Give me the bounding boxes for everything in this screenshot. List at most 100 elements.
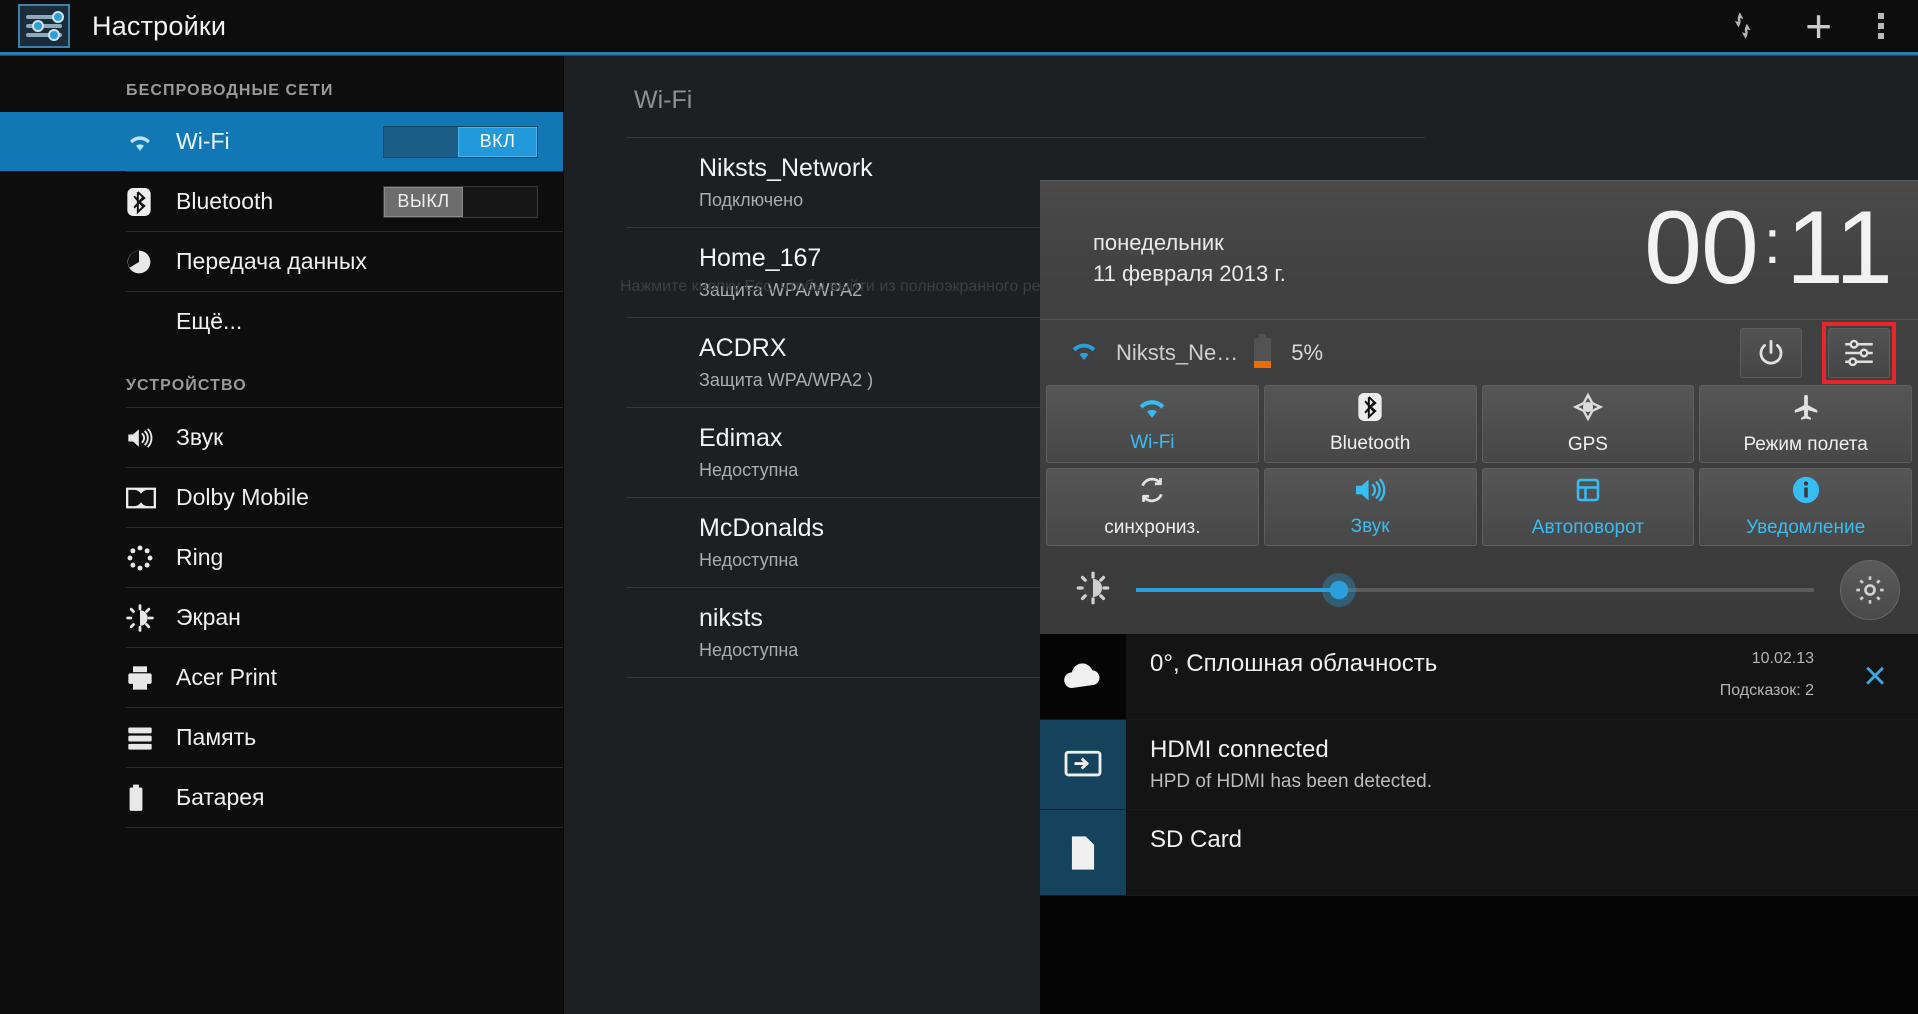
settings-sidebar: БЕСПРОВОДНЫЕ СЕТИ Wi-Fi ВКЛ Bluetooth ВЫ… [0, 56, 563, 1014]
battery-low-icon [1254, 333, 1272, 368]
wifi-network-name: Niksts_Network [699, 154, 873, 182]
quick-settings-button[interactable] [1828, 327, 1890, 378]
notification-count: Подсказок: 2 [1719, 682, 1814, 699]
sdcard-icon [1040, 810, 1126, 895]
sidebar-item-display[interactable]: Экран [0, 588, 563, 647]
sidebar-item-dolby-mobile[interactable]: Dolby Mobile [0, 468, 563, 527]
quick-settings-button-highlight [1822, 321, 1896, 384]
data-usage-icon [126, 249, 166, 275]
battery-icon [126, 784, 166, 812]
connected-wifi-name: Niksts_Ne… [1116, 339, 1239, 365]
sidebar-item-sound[interactable]: Звук [0, 408, 563, 467]
sidebar-item-bluetooth[interactable]: Bluetooth ВЫКЛ [0, 172, 563, 231]
slider-thumb[interactable] [1322, 573, 1357, 607]
tile-label: Автоповорот [1531, 517, 1644, 538]
notification-subtitle: HPD of HDMI has been detected. [1150, 771, 1432, 792]
sidebar-item-label: Батарея [176, 784, 265, 810]
sidebar-item-battery[interactable]: Батарея [0, 768, 563, 827]
tile-label: Звук [1350, 516, 1390, 537]
tile-sound[interactable]: Звук [1263, 468, 1477, 546]
clock-separator: : [1763, 208, 1781, 277]
sidebar-item-label: Wi-Fi [176, 128, 230, 154]
tile-label: Bluetooth [1329, 433, 1411, 454]
tile-label: синхрониз. [1104, 517, 1201, 538]
notification-sdcard[interactable]: SD Card [1040, 810, 1918, 896]
weekday-label: понедельник [1093, 230, 1224, 255]
clock-minutes: 11 [1786, 190, 1893, 306]
sidebar-item-label: Acer Print [176, 664, 277, 690]
printer-icon [126, 665, 166, 691]
sidebar-item-more[interactable]: Ещё... [0, 292, 563, 351]
bluetooth-icon [1358, 393, 1382, 426]
page-title: Настройки [92, 10, 227, 41]
section-header-wireless: БЕСПРОВОДНЫЕ СЕТИ [126, 82, 334, 99]
notification-weather[interactable]: 0°, Сплошная облачность 10.02.13 Подсказ… [1040, 634, 1918, 720]
tile-gps[interactable]: GPS [1481, 385, 1695, 463]
overflow-menu-icon[interactable] [1878, 13, 1884, 39]
dolby-icon [126, 487, 166, 509]
sidebar-item-label: Dolby Mobile [176, 484, 309, 510]
rotate-screen-icon [1573, 475, 1603, 510]
gps-crosshair-icon [1572, 392, 1604, 427]
sidebar-item-label: Ring [176, 544, 224, 570]
notification-dismiss-button[interactable]: × [1832, 634, 1918, 719]
ring-dotted-circle-icon [126, 544, 166, 572]
sidebar-item-label: Bluetooth [176, 188, 274, 214]
tile-notifications[interactable]: Уведомление [1699, 468, 1912, 546]
notification-title: SD Card [1150, 826, 1243, 853]
quick-settings-status-row: Niksts_Ne… 5% [1040, 319, 1918, 385]
sidebar-item-ring[interactable]: Ring [0, 528, 563, 587]
quick-settings-panel: понедельник 11 февраля 2013 г. 00 : 11 N… [1040, 180, 1918, 634]
wifi-toggle-switch[interactable]: ВКЛ [383, 125, 538, 158]
settings-gear-button[interactable] [1840, 560, 1900, 620]
slider-fill [1136, 588, 1333, 592]
tile-label: Уведомление [1746, 517, 1866, 538]
content-heading: Wi-Fi [634, 86, 693, 114]
settings-sliders-icon [18, 4, 70, 48]
battery-percent: 5% [1291, 339, 1324, 365]
sync-icon [1137, 475, 1167, 510]
notification-title: 0°, Сплошная облачность [1150, 650, 1438, 677]
wifi-toggle-label: ВКЛ [458, 126, 537, 157]
sidebar-item-label: Передача данных [176, 248, 367, 274]
brightness-slider[interactable] [1136, 573, 1814, 607]
sidebar-item-wifi[interactable]: Wi-Fi ВКЛ [0, 112, 563, 171]
sidebar-item-label: Память [176, 724, 257, 750]
sidebar-item-label: Экран [176, 604, 241, 630]
sidebar-item-data-usage[interactable]: Передача данных [0, 232, 563, 291]
power-button[interactable] [1740, 327, 1802, 378]
notification-hdmi[interactable]: HDMI connected HPD of HDMI has been dete… [1040, 720, 1918, 810]
action-bar-buttons: + [1725, 3, 1918, 49]
divider [126, 827, 563, 828]
quick-settings-clock: 00 : 11 [1644, 189, 1893, 308]
brightness-sun-icon [126, 603, 166, 632]
notification-shade: 0°, Сплошная облачность 10.02.13 Подсказ… [1040, 634, 1918, 1014]
tile-bluetooth[interactable]: Bluetooth [1263, 385, 1477, 463]
brightness-sun-icon [1076, 571, 1110, 610]
sidebar-item-label: Ещё... [176, 308, 243, 334]
cloud-icon [1040, 634, 1126, 719]
date-label: 11 февраля 2013 г. [1093, 261, 1286, 286]
tile-label: Wi-Fi [1130, 432, 1175, 453]
airplane-icon [1791, 392, 1821, 427]
tile-sync[interactable]: синхрониз. [1046, 468, 1259, 546]
info-icon [1791, 475, 1821, 510]
notification-time: 10.02.13 [1751, 650, 1814, 667]
tile-wifi[interactable]: Wi-Fi [1046, 385, 1259, 463]
speaker-icon [126, 426, 166, 450]
quick-settings-clock-row: понедельник 11 февраля 2013 г. 00 : 11 [1040, 181, 1918, 319]
sidebar-item-acer-print[interactable]: Acer Print [0, 648, 563, 707]
sidebar-item-storage[interactable]: Память [0, 708, 563, 767]
action-bar: Настройки + [0, 0, 1918, 52]
tile-airplane-mode[interactable]: Режим полета [1699, 385, 1912, 463]
quick-settings-date: понедельник 11 февраля 2013 г. [1093, 227, 1286, 289]
bluetooth-toggle-switch[interactable]: ВЫКЛ [383, 185, 538, 218]
tile-label: GPS [1567, 434, 1608, 455]
section-header-device: УСТРОЙСТВО [126, 377, 247, 394]
tile-auto-rotate[interactable]: Автоповорот [1481, 468, 1695, 546]
bluetooth-toggle-label: ВЫКЛ [384, 186, 463, 217]
android-settings-screen: Настройки + БЕСПРОВОДНЫЕ СЕТИ Wi-Fi ВКЛ … [0, 0, 1918, 1014]
scan-refresh-icon[interactable] [1725, 9, 1759, 43]
add-icon[interactable]: + [1805, 3, 1832, 49]
tile-label: Режим полета [1743, 434, 1868, 455]
